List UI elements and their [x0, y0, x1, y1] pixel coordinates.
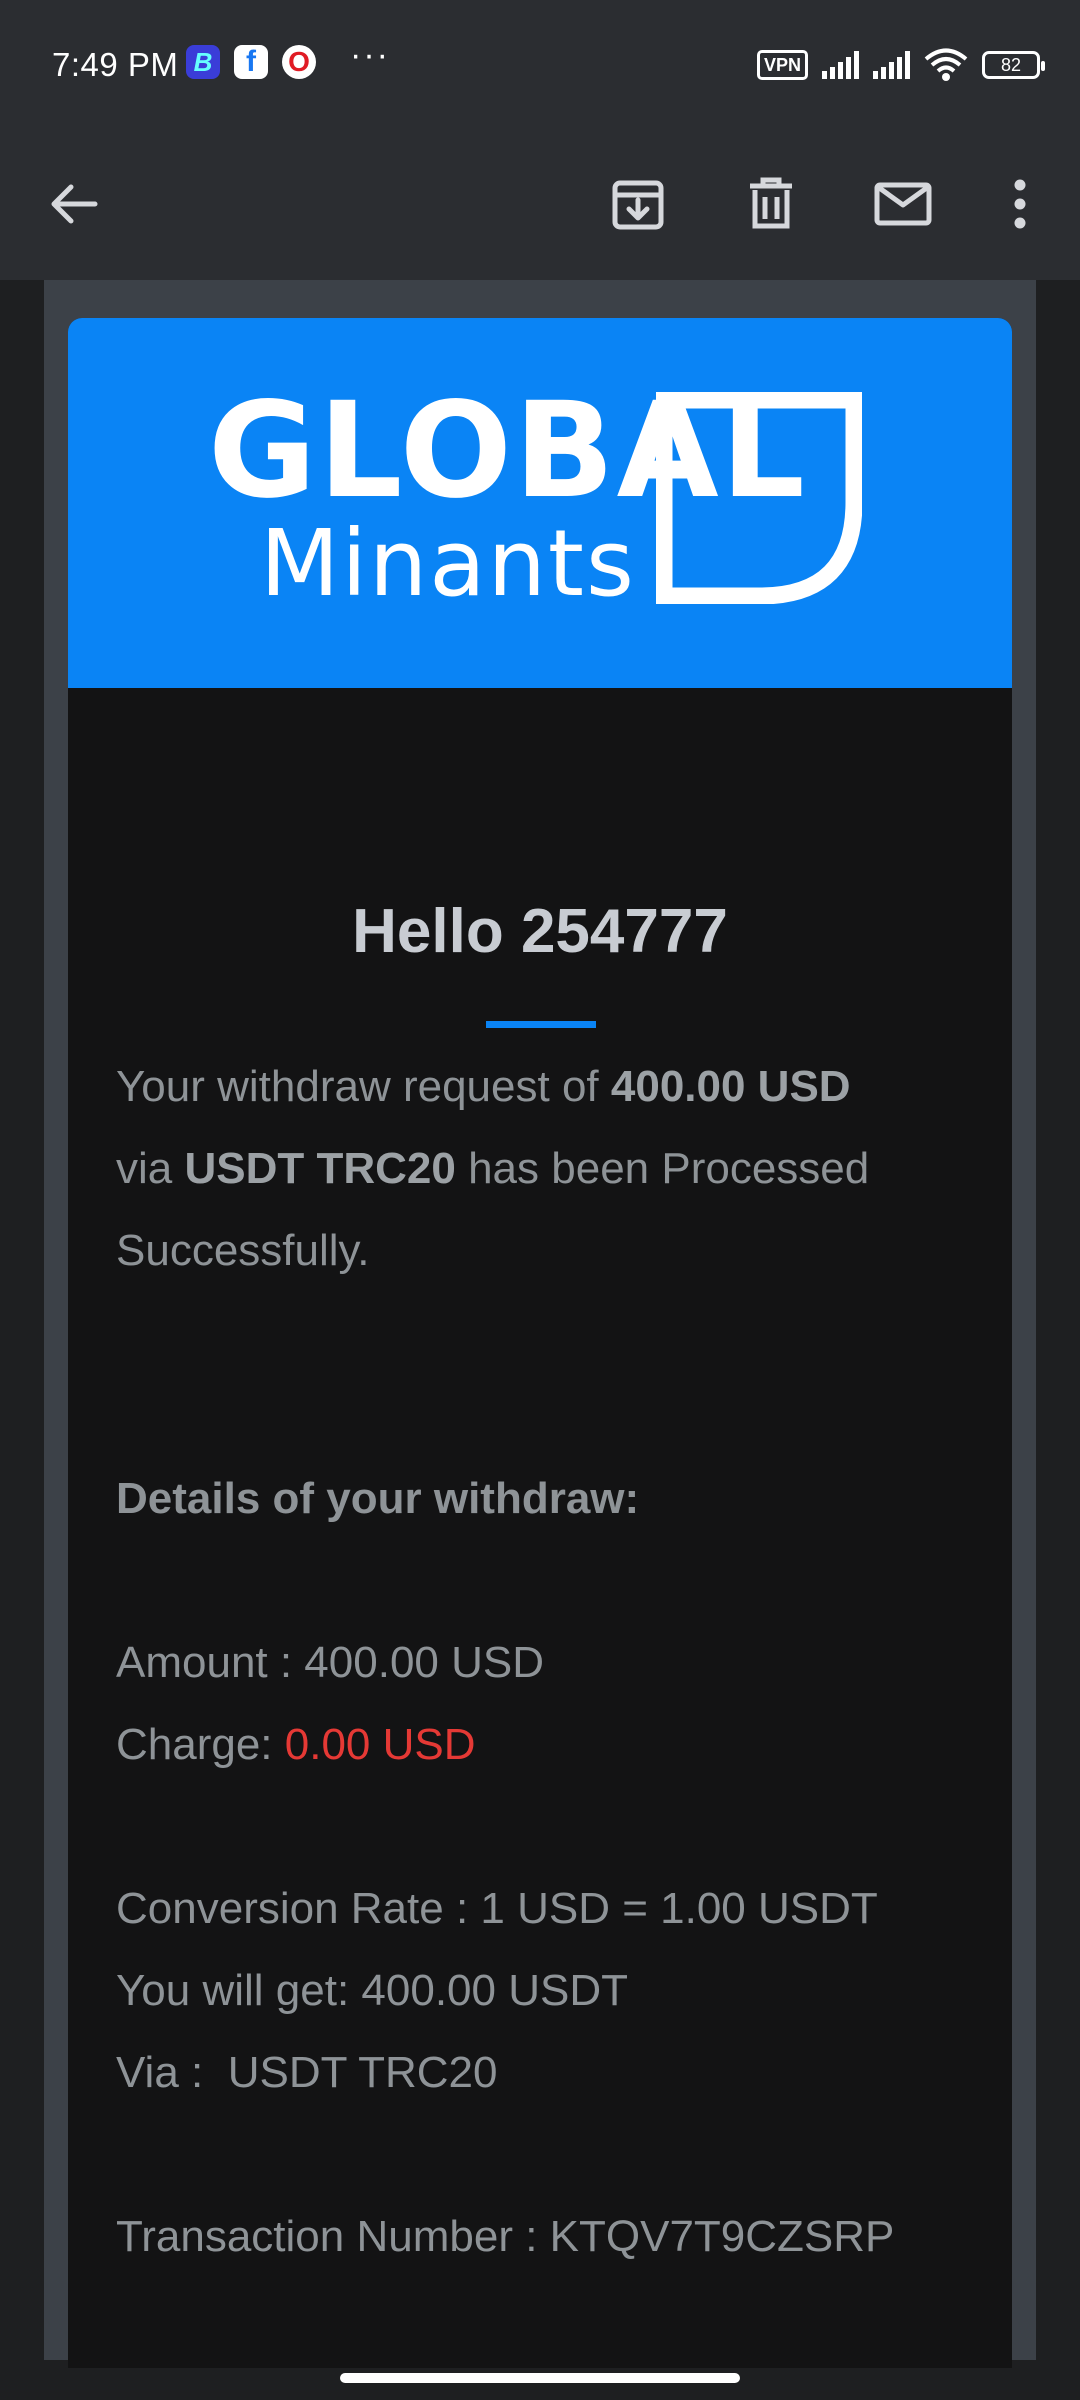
via-line: Via : USDT TRC20	[116, 2048, 498, 2097]
b-app-notification-icon: B	[186, 45, 220, 79]
details-heading: Details of your withdraw:	[116, 1474, 640, 1523]
back-arrow-icon	[51, 184, 98, 224]
more-options-button[interactable]	[984, 168, 1056, 240]
you-will-get-line: You will get: 400.00 USDT	[116, 1966, 628, 2015]
intro-text-1: Your withdraw request of	[116, 1062, 611, 1111]
logo-mark-icon	[656, 392, 862, 604]
intro-method: USDT TRC20	[184, 1144, 456, 1193]
more-vert-icon	[1014, 179, 1026, 229]
heading-divider	[486, 1021, 596, 1028]
more-notifications-indicator: ···	[350, 36, 390, 74]
notification-icons: B f O	[186, 45, 316, 79]
opera-notification-icon: O	[282, 45, 316, 79]
header-banner: GLOBAL Minants	[68, 318, 1012, 688]
mark-unread-icon	[874, 182, 932, 226]
greeting-heading: Hello 254777	[352, 897, 728, 966]
delete-button[interactable]	[735, 168, 807, 240]
conversion-rate-line: Conversion Rate : 1 USD = 1.00 USDT	[116, 1884, 878, 1933]
charge-value: 0.00 USD	[284, 1720, 476, 1769]
transaction-number-line: Transaction Number : KTQV7T9CZSRP	[116, 2212, 895, 2261]
vpn-icon: VPN	[756, 50, 808, 80]
email-card: GLOBAL Minants Hello 254777 Your withdra…	[68, 318, 1012, 2368]
signal-1-icon	[822, 51, 859, 79]
charge-line: Charge: 0.00 USD	[116, 1704, 476, 1786]
archive-icon	[612, 180, 664, 230]
status-bar: 7:49 PM B f O ··· VPN 82	[0, 0, 1080, 130]
amount-line: Amount : 400.00 USD	[116, 1638, 545, 1687]
battery-icon: 82	[982, 51, 1045, 79]
status-right-icons: VPN 82	[756, 48, 1045, 82]
status-time: 7:49 PM	[52, 46, 179, 83]
mark-unread-button[interactable]	[867, 168, 939, 240]
email-app-bar	[0, 130, 1080, 280]
delete-icon	[750, 177, 792, 229]
withdraw-message: Your withdraw request of 400.00 USD via …	[116, 1046, 976, 1292]
archive-button[interactable]	[602, 168, 674, 240]
wifi-icon	[924, 48, 968, 81]
battery-level: 82	[1000, 54, 1022, 75]
home-indicator[interactable]	[340, 2373, 740, 2383]
facebook-notification-icon: f	[234, 45, 268, 79]
intro-text-2: via	[116, 1144, 185, 1193]
back-button[interactable]	[38, 168, 110, 240]
email-body-frame: GLOBAL Minants Hello 254777 Your withdra…	[44, 280, 1036, 2368]
signal-2-icon	[873, 51, 910, 79]
intro-amount: 400.00 USD	[610, 1062, 851, 1111]
charge-label: Charge:	[116, 1720, 285, 1769]
